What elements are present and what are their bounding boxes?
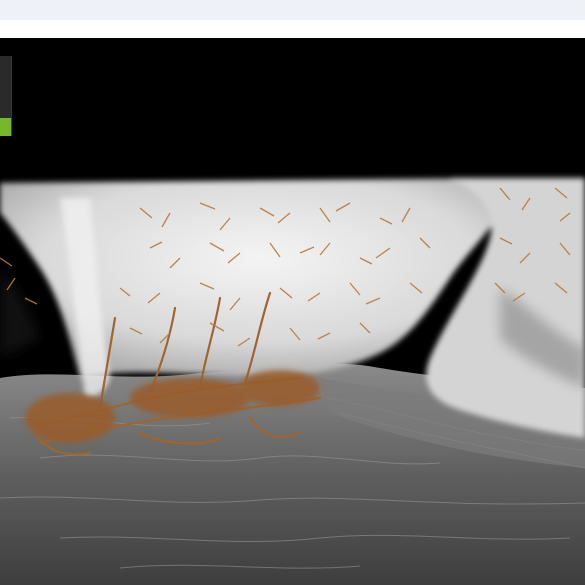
address-strip bbox=[0, 20, 585, 39]
app-window: s bbox=[0, 0, 585, 585]
side-panel-accent-button[interactable] bbox=[0, 118, 11, 136]
volume-render-scene[interactable] bbox=[0, 38, 585, 585]
browser-toolbar bbox=[0, 0, 585, 21]
3d-viewer[interactable]: s bbox=[0, 38, 585, 585]
